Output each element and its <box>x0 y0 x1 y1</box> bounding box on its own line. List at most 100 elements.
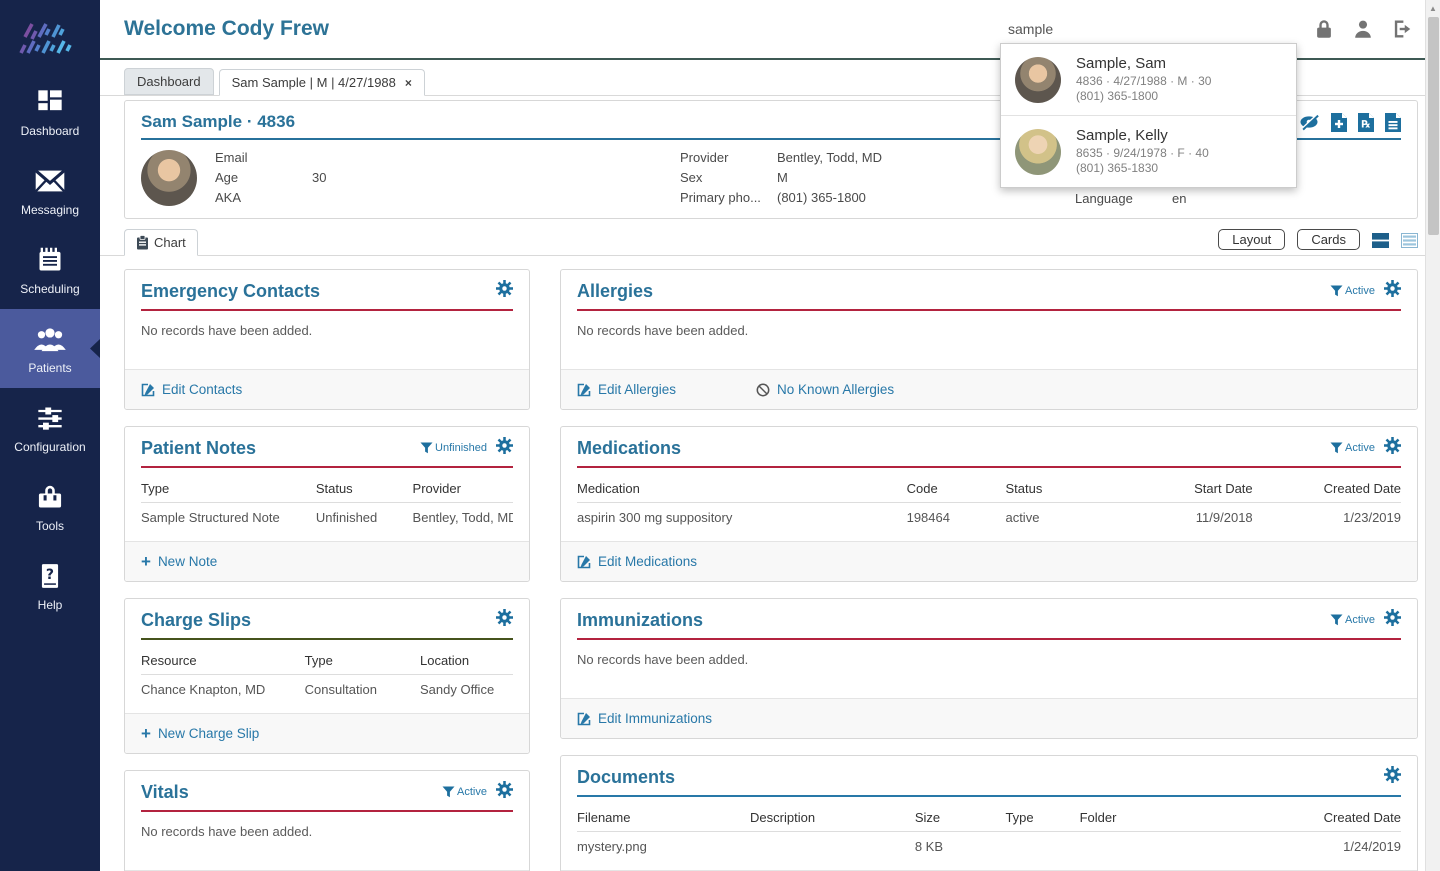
close-icon[interactable]: × <box>405 76 412 90</box>
layout-button[interactable]: Layout <box>1218 229 1285 250</box>
patient-name-title: Sam Sample · 4836 <box>141 112 295 132</box>
search-result-item[interactable]: Sample, Kelly 8635 · 9/24/1978 · F · 40 … <box>1001 115 1296 187</box>
patient-search-input[interactable] <box>1008 21 1298 37</box>
table-row[interactable]: Chance Knapton, MD Consultation Sandy Of… <box>141 675 513 700</box>
field-value: M <box>777 170 788 185</box>
filter-control[interactable]: Active <box>1330 614 1375 626</box>
clipboard-icon <box>136 235 149 250</box>
lock-icon[interactable] <box>1312 17 1336 41</box>
cards-view-icon[interactable] <box>1372 233 1389 248</box>
filter-funnel-icon <box>1330 285 1343 297</box>
card-documents: Documents <box>560 755 1418 871</box>
no-known-allergies-link[interactable]: No Known Allergies <box>756 382 894 397</box>
page-title: Welcome Cody Frew <box>124 17 1008 41</box>
card-title: Charge Slips <box>141 610 251 631</box>
filter-control[interactable]: Active <box>442 786 487 798</box>
table-row[interactable]: mystery.png 8 KB 1/24/2019 <box>577 832 1401 857</box>
filter-control[interactable]: Unfinished <box>420 442 487 454</box>
tab-patient[interactable]: Sam Sample | M | 4/27/1988 × <box>219 69 425 96</box>
sidebar-item-label: Help <box>38 598 63 612</box>
patient-notes-table: Type Status Provider Sample Structured N… <box>141 479 513 527</box>
column-header: Size <box>915 808 1006 832</box>
vertical-scrollbar[interactable]: ▲ <box>1425 0 1440 871</box>
medications-table: Medication Code Status Start Date Create… <box>577 479 1401 527</box>
sidebar-item-patients[interactable]: Patients <box>0 309 100 388</box>
new-note-link[interactable]: + New Note <box>141 554 217 569</box>
gear-icon[interactable] <box>496 609 513 631</box>
cell: 11/9/2018 <box>1121 503 1253 528</box>
column-header: Status <box>316 479 413 503</box>
filter-label: Active <box>1345 442 1375 454</box>
gear-icon[interactable] <box>1384 766 1401 788</box>
sidebar-item-scheduling[interactable]: Scheduling <box>0 230 100 309</box>
cell: Consultation <box>305 675 420 700</box>
gear-icon[interactable] <box>496 781 513 803</box>
cell: 8 KB <box>915 832 1006 857</box>
result-phone: (801) 365-1800 <box>1076 89 1211 104</box>
link-label: Edit Allergies <box>598 382 676 397</box>
gear-icon[interactable] <box>496 280 513 302</box>
charge-slips-table: Resource Type Location Chance Knapton, M… <box>141 651 513 699</box>
table-row[interactable]: Sample Structured Note Unfinished Bentle… <box>141 503 513 528</box>
gear-icon[interactable] <box>496 437 513 459</box>
gear-icon[interactable] <box>1384 609 1401 631</box>
column-header: Created Date <box>1253 479 1401 503</box>
column-header: Description <box>750 808 915 832</box>
cell: mystery.png <box>577 832 750 857</box>
scrollbar-thumb[interactable] <box>1428 17 1439 235</box>
edit-immunizations-link[interactable]: Edit Immunizations <box>577 711 712 726</box>
sidebar-item-messaging[interactable]: Messaging <box>0 151 100 230</box>
column-header: Created Date <box>1253 808 1401 832</box>
filter-label: Active <box>1345 614 1375 626</box>
sign-out-icon[interactable] <box>1390 17 1414 41</box>
filter-control[interactable]: Active <box>1330 285 1375 297</box>
tab-chart[interactable]: Chart <box>124 229 198 256</box>
chart-cards: Emergency Contacts <box>100 256 1440 871</box>
sidebar-item-help[interactable]: ? Help <box>0 546 100 625</box>
field-label: Sex <box>680 170 777 185</box>
search-result-item[interactable]: Sample, Sam 4836 · 4/27/1988 · M · 30 (8… <box>1001 44 1296 115</box>
edit-medications-link[interactable]: Edit Medications <box>577 554 697 569</box>
card-charge-slips: Charge Slips <box>124 598 530 754</box>
table-row[interactable]: aspirin 300 mg suppository 198464 active… <box>577 503 1401 528</box>
new-document-icon[interactable] <box>1331 113 1347 132</box>
link-label: Edit Contacts <box>162 382 242 397</box>
link-label: Edit Medications <box>598 554 697 569</box>
sidebar-item-tools[interactable]: Tools <box>0 467 100 546</box>
tab-label: Dashboard <box>137 74 201 89</box>
new-charge-slip-link[interactable]: + New Charge Slip <box>141 726 259 741</box>
ban-icon <box>756 383 770 397</box>
scroll-up-arrow-icon[interactable]: ▲ <box>1426 0 1440 16</box>
cell: Bentley, Todd, MD <box>413 503 513 528</box>
notes-document-icon[interactable] <box>1385 113 1401 132</box>
edit-allergies-link[interactable]: Edit Allergies <box>577 382 676 397</box>
prescription-document-icon[interactable]: ℞ <box>1358 113 1374 132</box>
sidebar-item-dashboard[interactable]: Dashboard <box>0 72 100 151</box>
field-value: 30 <box>312 170 326 185</box>
link-label: Edit Immunizations <box>598 711 712 726</box>
result-details: 4836 · 4/27/1988 · M · 30 <box>1076 74 1211 89</box>
cards-button[interactable]: Cards <box>1297 229 1360 250</box>
edit-contacts-link[interactable]: Edit Contacts <box>141 382 242 397</box>
card-medications: Medications Active <box>560 426 1418 582</box>
avatar <box>1015 129 1061 175</box>
plus-icon: + <box>141 555 151 568</box>
filter-control[interactable]: Active <box>1330 442 1375 454</box>
gear-icon[interactable] <box>1384 437 1401 459</box>
gear-icon[interactable] <box>1384 280 1401 302</box>
field-label: AKA <box>215 190 312 205</box>
field-value: (801) 365-1800 <box>777 190 866 205</box>
list-view-icon[interactable] <box>1401 233 1418 248</box>
user-icon[interactable] <box>1351 17 1375 41</box>
chart-toolbar: Chart Layout Cards <box>100 229 1440 256</box>
empty-message: No records have been added. <box>577 323 748 338</box>
sidebar-item-label: Tools <box>36 519 64 533</box>
hide-eye-icon[interactable] <box>1299 113 1320 131</box>
link-label: New Charge Slip <box>158 726 259 741</box>
envelope-icon <box>33 166 67 196</box>
card-immunizations: Immunizations Active <box>560 598 1418 739</box>
sidebar-item-configuration[interactable]: Configuration <box>0 388 100 467</box>
column-header: Type <box>305 651 420 675</box>
link-label: No Known Allergies <box>777 382 894 397</box>
tab-dashboard[interactable]: Dashboard <box>124 68 214 95</box>
